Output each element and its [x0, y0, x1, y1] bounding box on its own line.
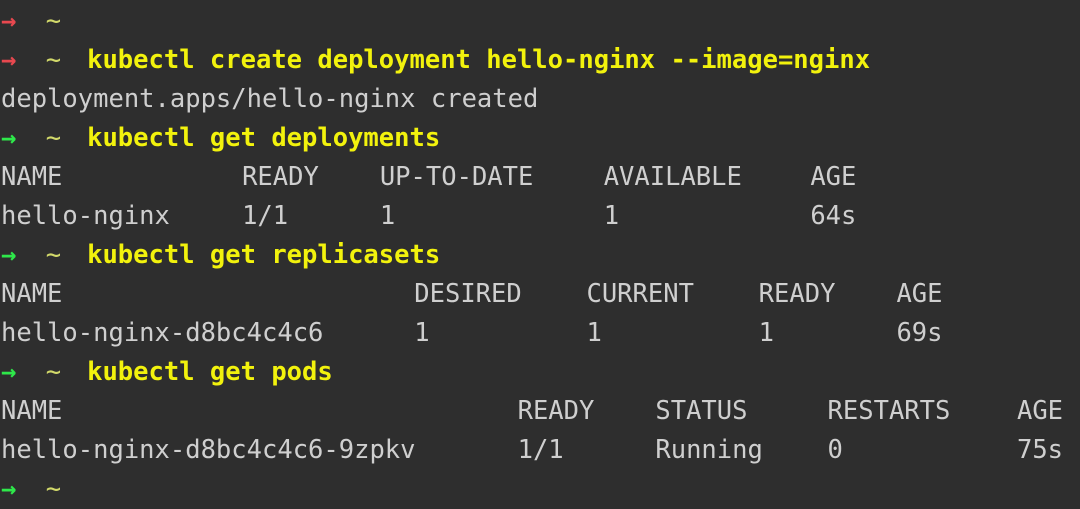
table-cell: hello-nginx-d8bc4c4c6 — [1, 318, 324, 348]
table-column-header: CURRENT — [586, 279, 694, 309]
table-header-row: NAME READY STATUS RESTARTS AGE — [0, 392, 1080, 431]
table-column-header: DESIRED — [414, 279, 522, 309]
table-column-header: READY — [758, 279, 836, 309]
table-row: hello-nginx-d8bc4c4c6-9zpkv 1/1 Running 0 75… — [0, 431, 1080, 470]
prompt-cwd: ~ — [45, 474, 62, 504]
table-cell: 64s — [810, 201, 857, 231]
terminal-prompt-line: → ~ — [0, 470, 1080, 509]
table-header-row: NAME DESIRED CURRENT READY AGE — [0, 275, 1080, 314]
table-column-header: AVAILABLE — [603, 162, 742, 192]
table-column-header: STATUS — [655, 396, 748, 426]
prompt-arrow-icon-error: → — [1, 45, 17, 75]
table-column-header: AGE — [810, 162, 857, 192]
prompt-cwd: ~ — [45, 6, 62, 36]
terminal-command: kubectl create deployment hello-nginx --… — [87, 45, 871, 75]
table-column-header: AGE — [1016, 396, 1064, 426]
table-column-header: RESTARTS — [827, 396, 951, 426]
table-column-header: UP-TO-DATE — [379, 162, 534, 192]
table-cell: hello-nginx-d8bc4c4c6-9zpkv — [1, 435, 416, 465]
table-cell: 1 — [603, 201, 620, 231]
table-header-row: NAME READY UP-TO-DATE AVAILABLE AGE — [0, 158, 1080, 197]
prompt-arrow-icon-ok: → — [1, 240, 17, 270]
terminal-prompt-line: → ~ kubectl create deployment hello-nginx … — [0, 41, 1080, 80]
table-row: hello-nginx-d8bc4c4c6 1 1 1 69s — [0, 314, 1080, 353]
table-column-header: AGE — [896, 279, 943, 309]
table-row: hello-nginx 1/1 1 1 64s — [0, 197, 1080, 236]
terminal-output-text: deployment.apps/hello-nginx created — [1, 84, 539, 114]
table-cell: 1 — [414, 318, 430, 348]
terminal-command: kubectl get pods — [87, 357, 333, 387]
table-cell: 1 — [379, 201, 396, 231]
prompt-cwd: ~ — [45, 123, 62, 153]
table-cell: 75s — [1016, 435, 1064, 465]
table-cell: 1/1 — [242, 201, 289, 231]
table-cell: 0 — [827, 435, 843, 465]
terminal-window[interactable]: → ~ → ~ kubectl create deployment hello-ngin… — [0, 0, 1080, 506]
table-column-header: NAME — [1, 162, 63, 192]
table-column-header: NAME — [1, 279, 63, 309]
table-cell: Running — [655, 435, 763, 465]
terminal-prompt-line: → ~ — [0, 2, 1080, 41]
prompt-arrow-icon-ok: → — [1, 474, 17, 504]
table-cell: 1 — [758, 318, 775, 348]
table-cell: 1 — [586, 318, 602, 348]
prompt-arrow-icon-ok: → — [1, 357, 17, 387]
terminal-prompt-line: → ~ kubectl get deployments — [0, 119, 1080, 158]
table-column-header: READY — [517, 396, 595, 426]
terminal-command: kubectl get deployments — [87, 123, 441, 153]
table-cell: hello-nginx — [1, 201, 170, 231]
table-cell: 69s — [896, 318, 943, 348]
prompt-arrow-icon-error: → — [1, 6, 17, 36]
table-column-header: NAME — [1, 396, 63, 426]
table-column-header: READY — [242, 162, 319, 192]
prompt-arrow-icon-ok: → — [1, 123, 17, 153]
terminal-output-line: deployment.apps/hello-nginx created — [0, 80, 1080, 119]
prompt-cwd: ~ — [45, 357, 62, 387]
prompt-cwd: ~ — [45, 240, 62, 270]
terminal-command: kubectl get replicasets — [87, 240, 441, 270]
terminal-prompt-line: → ~ kubectl get replicasets — [0, 236, 1080, 275]
prompt-cwd: ~ — [45, 45, 62, 75]
table-cell: 1/1 — [517, 435, 564, 465]
terminal-prompt-line: → ~ kubectl get pods — [0, 353, 1080, 392]
